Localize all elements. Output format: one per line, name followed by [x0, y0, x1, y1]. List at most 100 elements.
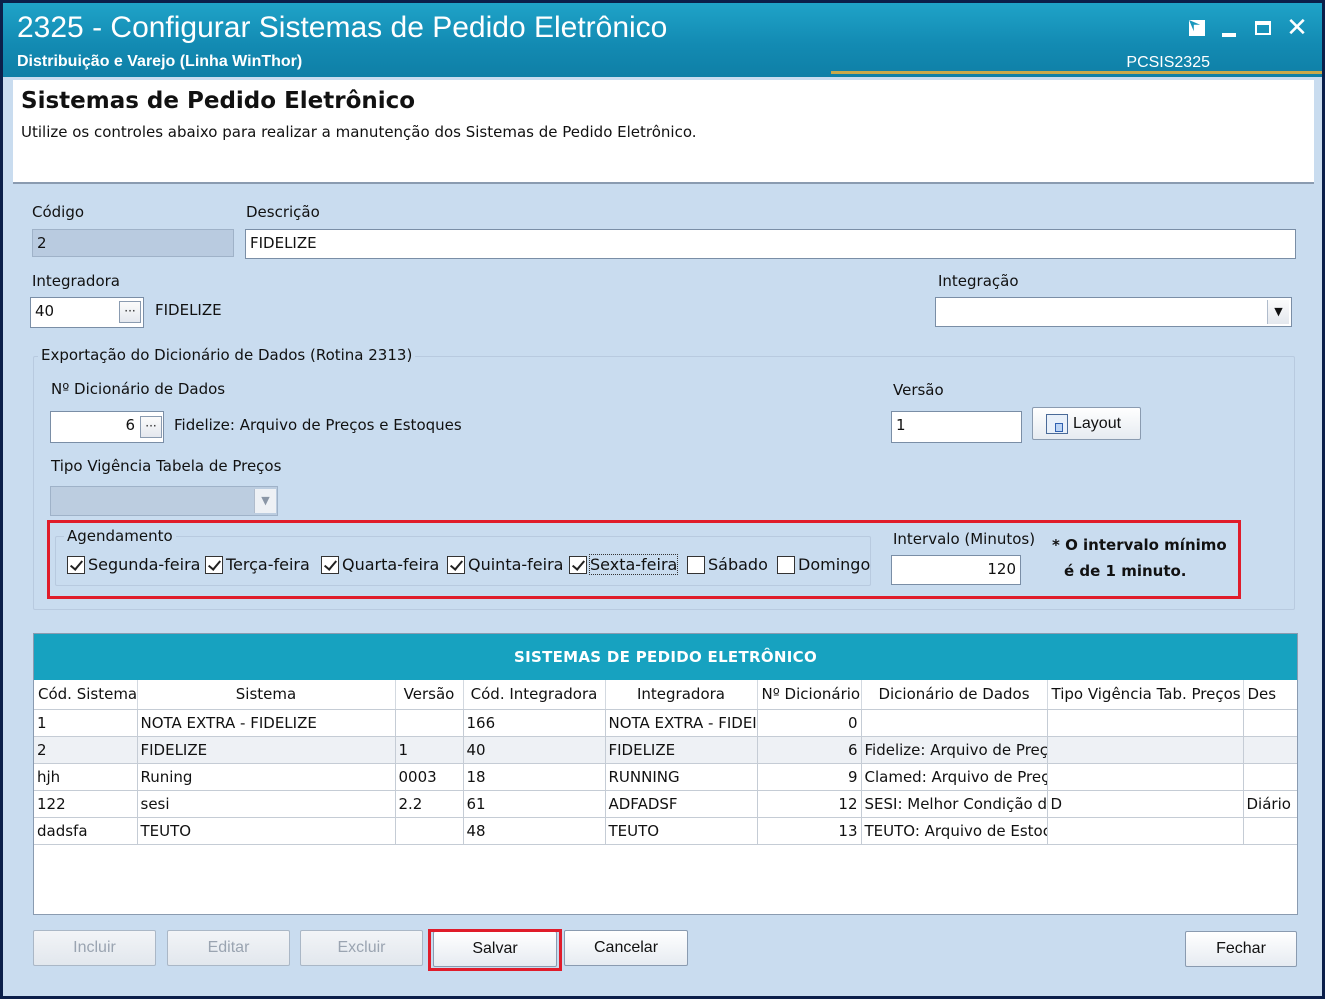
table-row[interactable]: 1 NOTA EXTRA - FIDELIZE 166 NOTA EXTRA -…	[34, 709, 1297, 737]
maximize-window-icon[interactable]	[1250, 15, 1276, 41]
cell-integradora: NOTA EXTRA - FIDEI	[605, 709, 758, 737]
sistemas-grid: SISTEMAS DE PEDIDO ELETRÔNICO Cód. Siste…	[33, 633, 1298, 915]
agendamento-highlight	[47, 520, 1241, 599]
integracao-select[interactable]: ▼	[935, 297, 1292, 327]
fechar-button[interactable]: Fechar	[1185, 931, 1297, 967]
app-window: 2325 - Configurar Sistemas de Pedido Ele…	[0, 0, 1325, 999]
descricao-input[interactable]: FIDELIZE	[245, 229, 1296, 259]
cell-cod-sistema: 122	[34, 790, 138, 818]
cell-num-dicionario: 0	[757, 709, 862, 737]
cell-cod-sistema: hjh	[34, 763, 138, 791]
cell-cod-integradora: 61	[463, 790, 606, 818]
cell-sistema: TEUTO	[137, 817, 396, 845]
cell-num-dicionario: 9	[757, 763, 862, 791]
sistemas-table: Cód. Sistema Sistema Versão Cód. Integra…	[34, 680, 1297, 845]
descricao-label: Descrição	[246, 203, 320, 221]
cell-integradora: RUNNING	[605, 763, 758, 791]
column-header[interactable]: Sistema	[137, 680, 396, 710]
column-header[interactable]: Versão	[395, 680, 464, 710]
cell-cod-sistema: 1	[34, 709, 138, 737]
cell-tipo-vigencia	[1047, 763, 1244, 791]
cell-des	[1243, 817, 1297, 845]
integradora-name: FIDELIZE	[155, 301, 222, 319]
integracao-label: Integração	[938, 272, 1019, 290]
versao-label: Versão	[893, 381, 944, 399]
table-row-selected[interactable]: 2 FIDELIZE 1 40 FIDELIZE 6 Fidelize: Arq…	[34, 736, 1297, 764]
grid-header-row: Cód. Sistema Sistema Versão Cód. Integra…	[34, 680, 1297, 710]
layout-icon	[1046, 414, 1068, 434]
cell-cod-integradora: 40	[463, 736, 606, 764]
chevron-down-icon: ▼	[254, 489, 276, 513]
cell-cod-sistema: 2	[34, 736, 138, 764]
integradora-search-button[interactable]: ···	[119, 301, 141, 323]
grid-title: SISTEMAS DE PEDIDO ELETRÔNICO	[34, 634, 1297, 680]
cell-tipo-vigencia: D	[1047, 790, 1244, 818]
cell-num-dicionario: 13	[757, 817, 862, 845]
cell-dicionario: TEUTO: Arquivo de Estoc	[861, 817, 1048, 845]
cell-cod-integradora: 18	[463, 763, 606, 791]
cell-tipo-vigencia	[1047, 709, 1244, 737]
exportacao-group-title: Exportação do Dicionário de Dados (Rotin…	[38, 346, 416, 364]
incluir-button[interactable]: Incluir	[33, 930, 156, 966]
column-header[interactable]: Tipo Vigência Tab. Preços	[1047, 680, 1244, 710]
table-row[interactable]: 122 sesi 2.2 61 ADFADSF 12 SESI: Melhor …	[34, 790, 1297, 818]
column-header[interactable]: Dicionário de Dados	[861, 680, 1048, 710]
table-row[interactable]: hjh Runing 0003 18 RUNNING 9 Clamed: Arq…	[34, 763, 1297, 791]
cell-dicionario	[861, 709, 1048, 737]
cell-des: Diário	[1243, 790, 1297, 818]
versao-input[interactable]: 1	[891, 411, 1022, 443]
cell-integradora: FIDELIZE	[605, 736, 758, 764]
layout-button-label: Layout	[1073, 415, 1122, 432]
column-header[interactable]: Des	[1243, 680, 1297, 710]
header-panel: Sistemas de Pedido Eletrônico Utilize os…	[13, 80, 1314, 184]
cell-versao	[395, 709, 464, 737]
chevron-down-icon[interactable]: ▼	[1267, 300, 1289, 324]
excluir-button[interactable]: Excluir	[300, 930, 423, 966]
cell-dicionario: SESI: Melhor Condição de	[861, 790, 1048, 818]
cell-sistema: NOTA EXTRA - FIDELIZE	[137, 709, 396, 737]
cell-versao	[395, 817, 464, 845]
tipo-vigencia-select: ▼	[50, 486, 278, 516]
cell-dicionario: Clamed: Arquivo de Preço	[861, 763, 1048, 791]
cell-num-dicionario: 12	[757, 790, 862, 818]
cell-versao: 0003	[395, 763, 464, 791]
cell-num-dicionario: 6	[757, 736, 862, 764]
column-header[interactable]: Cód. Sistema	[34, 680, 138, 710]
codigo-label: Código	[32, 203, 85, 221]
column-header[interactable]: Cód. Integradora	[463, 680, 606, 710]
minimize-window-icon[interactable]	[1216, 15, 1242, 41]
cell-des	[1243, 763, 1297, 791]
page-title: Sistemas de Pedido Eletrônico	[21, 88, 416, 114]
tipo-vigencia-label: Tipo Vigência Tabela de Preços	[51, 457, 282, 475]
cell-integradora: ADFADSF	[605, 790, 758, 818]
close-window-icon[interactable]: ✕	[1284, 15, 1310, 41]
cancelar-button[interactable]: Cancelar	[564, 930, 688, 966]
cell-sistema: sesi	[137, 790, 396, 818]
dicionario-name: Fidelize: Arquivo de Preços e Estoques	[174, 416, 462, 434]
cell-tipo-vigencia	[1047, 817, 1244, 845]
cell-sistema: FIDELIZE	[137, 736, 396, 764]
title-bar[interactable]: 2325 - Configurar Sistemas de Pedido Ele…	[3, 3, 1322, 77]
title-accent-line	[831, 71, 1322, 74]
dicionario-search-button[interactable]: ···	[140, 416, 162, 438]
column-header[interactable]: Integradora	[605, 680, 758, 710]
cell-versao: 2.2	[395, 790, 464, 818]
dicionario-label: Nº Dicionário de Dados	[51, 380, 226, 398]
window-subtitle: Distribuição e Varejo (Linha WinThor)	[17, 53, 303, 70]
window-title: 2325 - Configurar Sistemas de Pedido Ele…	[17, 11, 668, 44]
cell-cod-integradora: 166	[463, 709, 606, 737]
column-header[interactable]: Nº Dicionário	[757, 680, 862, 710]
salvar-highlight	[428, 929, 562, 971]
layout-button[interactable]: Layout	[1032, 407, 1141, 440]
editar-button[interactable]: Editar	[167, 930, 290, 966]
cell-dicionario: Fidelize: Arquivo de Preço	[861, 736, 1048, 764]
page-description: Utilize os controles abaixo para realiza…	[21, 123, 697, 141]
table-row[interactable]: dadsfa TEUTO 48 TEUTO 13 TEUTO: Arquivo …	[34, 817, 1297, 845]
restore-window-icon[interactable]	[1184, 15, 1210, 41]
cell-des	[1243, 709, 1297, 737]
cell-versao: 1	[395, 736, 464, 764]
cell-tipo-vigencia	[1047, 736, 1244, 764]
cell-des	[1243, 736, 1297, 764]
integradora-label: Integradora	[32, 272, 120, 290]
routine-code: PCSIS2325	[1126, 54, 1210, 71]
